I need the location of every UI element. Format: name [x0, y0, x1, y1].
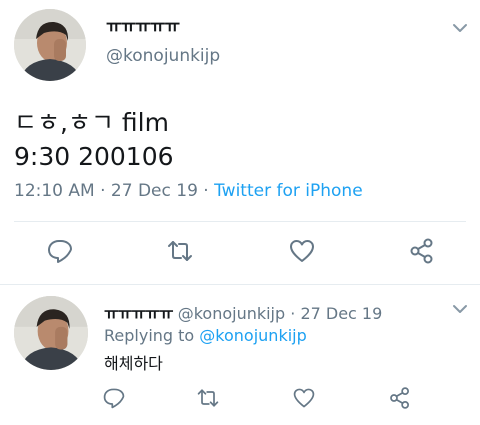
separator: · [290, 304, 296, 323]
tweet-meta: 12:10 AM · 27 Dec 19 · Twitter for iPhon… [14, 181, 363, 201]
separator: · [203, 181, 209, 201]
avatar[interactable] [14, 9, 86, 81]
tweet-date: 27 Dec 19 [110, 181, 198, 201]
chevron-down-icon[interactable] [450, 18, 470, 38]
share-icon[interactable] [388, 386, 412, 410]
user-handle[interactable]: @konojunkijp [106, 46, 220, 66]
replying-mention-link[interactable]: @konojunkijp [199, 326, 306, 345]
reply-date[interactable]: 27 Dec 19 [300, 304, 382, 323]
avatar[interactable] [14, 296, 88, 370]
heart-icon[interactable] [288, 237, 316, 265]
reply-user-handle[interactable]: @konojunkijp [178, 304, 285, 323]
tweet-source-link[interactable]: Twitter for iPhone [214, 181, 363, 201]
heart-icon[interactable] [292, 386, 316, 410]
reply-header: ㅠㅠㅠㅠㅠ @konojunkijp · 27 Dec 19 [104, 300, 382, 324]
reply-icon[interactable] [102, 386, 126, 410]
replying-to: Replying to @konojunkijp [104, 326, 307, 345]
retweet-icon[interactable] [166, 237, 194, 265]
tweet-text-line-1: ㄷㅎ,ㅎㄱ film [14, 108, 169, 137]
chevron-down-icon[interactable] [450, 299, 470, 319]
divider [0, 284, 480, 285]
reply-icon[interactable] [46, 237, 74, 265]
retweet-icon[interactable] [196, 386, 220, 410]
tweet-time: 12:10 AM [14, 181, 95, 201]
replying-label: Replying to [104, 326, 195, 345]
avatar-photo [14, 9, 86, 81]
tweet-text-line-2: 9:30 200106 [14, 142, 174, 171]
separator: · [100, 181, 106, 201]
avatar-photo [14, 296, 88, 370]
divider [14, 221, 466, 222]
display-name[interactable]: ㅠㅠㅠㅠㅠ [106, 12, 180, 37]
reply-display-name[interactable]: ㅠㅠㅠㅠㅠ [104, 304, 174, 323]
reply-text: 해체하다 [104, 354, 163, 373]
share-icon[interactable] [408, 237, 436, 265]
